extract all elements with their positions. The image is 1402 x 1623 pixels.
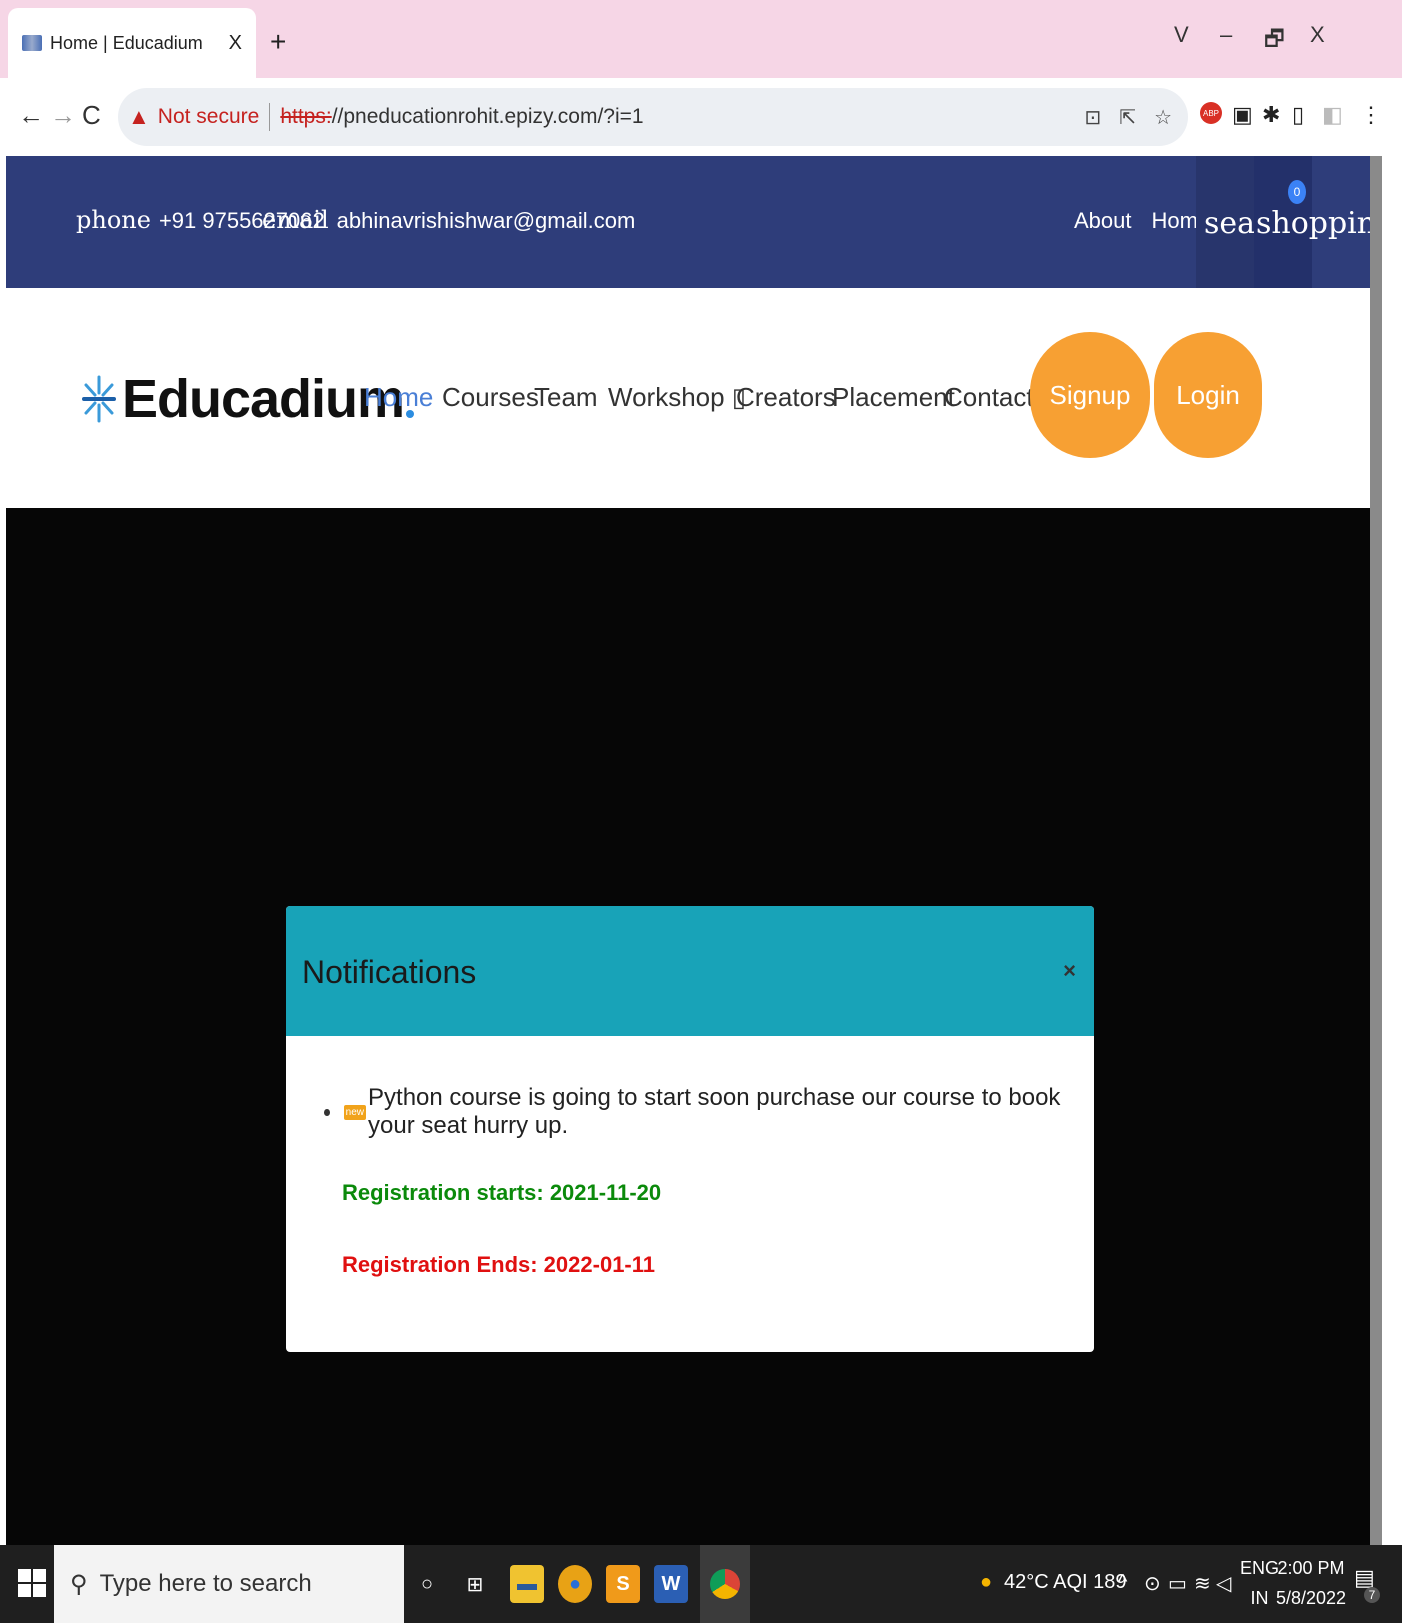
minimize-button[interactable]: –	[1220, 22, 1232, 48]
tray-chevron-icon[interactable]: ^	[1118, 1571, 1127, 1594]
search-icon: search	[1204, 206, 1254, 241]
nav-courses[interactable]: Courses	[442, 382, 539, 413]
about-link[interactable]: About	[1074, 208, 1132, 234]
cart-count-badge: 0	[1288, 180, 1306, 204]
sublime-text-icon[interactable]: S	[606, 1565, 640, 1603]
modal-close-button[interactable]: ×	[1063, 958, 1076, 984]
login-button[interactable]: Login	[1154, 332, 1262, 458]
profile-icon[interactable]: ◧	[1322, 102, 1343, 128]
restore-button[interactable]: 🗗	[1264, 22, 1285, 60]
windows-taskbar: ⚲ Type here to search ○ ⊞ ▬ ● S W ● 42°C…	[0, 1545, 1402, 1623]
chrome-active-icon[interactable]	[700, 1545, 750, 1623]
email-label: email	[262, 206, 329, 234]
taskbar-search-placeholder: Type here to search	[99, 1570, 312, 1597]
tab-search-button[interactable]: V	[1174, 22, 1189, 48]
url-scheme: https:	[280, 105, 332, 128]
top-links: About Home	[1074, 208, 1210, 234]
notification-message: Python course is going to start soon pur…	[368, 1084, 1061, 1139]
notification-item: new Python course is going to start soon…	[324, 1084, 1094, 1140]
clock-date: 5/8/2022	[1276, 1588, 1347, 1608]
divider	[269, 103, 271, 131]
main-navbar: Educadium Home Courses Team Workshop ▯ C…	[6, 288, 1382, 508]
nav-creators[interactable]: Creators	[736, 382, 836, 413]
cortana-icon[interactable]: ○	[410, 1565, 444, 1603]
translate-icon[interactable]: ⊡	[1085, 105, 1102, 130]
file-explorer-icon[interactable]: ▬	[510, 1565, 544, 1603]
nav-home[interactable]: Home	[364, 382, 433, 413]
menu-kebab-icon[interactable]: ⋮	[1360, 102, 1382, 128]
address-bar[interactable]: ▲ Not secure https: //pneducationrohit.e…	[118, 88, 1188, 146]
favicon-icon	[22, 35, 42, 51]
new-tab-button[interactable]: +	[270, 26, 286, 58]
extension-icon[interactable]: ▣	[1232, 102, 1253, 128]
url-text: //pneducationrohit.epizy.com/?i=1	[331, 105, 644, 128]
meet-icon[interactable]: ⊙	[1144, 1571, 1161, 1596]
search-icon: ⚲	[70, 1570, 88, 1598]
logo-sunburst-icon	[82, 375, 116, 423]
nav-team[interactable]: Team	[534, 382, 598, 413]
email-value[interactable]: abhinavrishishwar@gmail.com	[337, 208, 636, 234]
weather-icon[interactable]: ●	[980, 1571, 992, 1594]
notification-count: 7	[1364, 1587, 1380, 1603]
volume-icon[interactable]: ◁	[1216, 1571, 1231, 1596]
nav-workshop[interactable]: Workshop ▯	[608, 382, 746, 413]
network-icon[interactable]: ≋	[1194, 1571, 1211, 1596]
taskbar-search-box[interactable]: ⚲ Type here to search	[54, 1545, 404, 1623]
lang-bottom: IN	[1250, 1588, 1269, 1608]
modal-header: Notifications ×	[286, 906, 1094, 1036]
windows-start-icon[interactable]	[18, 1569, 46, 1597]
nav-placement[interactable]: Placement	[832, 382, 955, 413]
puzzle-icon[interactable]: ✱	[1262, 102, 1280, 128]
chrome-canary-icon[interactable]: ●	[558, 1565, 592, 1603]
browser-tab-strip: Home | Educadium X + V – 🗗 X	[0, 0, 1402, 78]
notifications-modal: Notifications × new Python course is goi…	[286, 906, 1094, 1352]
modal-title: Notifications	[302, 954, 477, 990]
lang-top: ENG	[1240, 1558, 1280, 1578]
registration-start: Registration starts: 2021-11-20	[342, 1180, 662, 1205]
bullet	[324, 1108, 330, 1116]
forward-arrow-icon[interactable]: →	[50, 100, 76, 131]
new-badge: new	[343, 1104, 367, 1120]
contact-topbar: phone +91 9755627062 email abhinavrishis…	[6, 156, 1402, 288]
adblock-icon[interactable]: ABP	[1200, 102, 1222, 124]
share-icon[interactable]: ⇱	[1119, 105, 1136, 130]
signup-button[interactable]: Signup	[1030, 332, 1150, 458]
bookmark-star-icon[interactable]: ☆	[1154, 105, 1172, 130]
phone-label: phone	[76, 206, 151, 234]
side-panel-icon[interactable]: ▯	[1292, 102, 1304, 128]
word-icon[interactable]: W	[654, 1565, 688, 1603]
task-view-icon[interactable]: ⊞	[458, 1565, 492, 1603]
email-contact: email abhinavrishishwar@gmail.com	[262, 206, 635, 234]
search-button[interactable]: search	[1196, 156, 1254, 288]
registration-end: Registration Ends: 2022-01-11	[342, 1252, 656, 1277]
back-arrow-icon[interactable]: ←	[18, 100, 44, 131]
clock-time: 2:00 PM	[1277, 1558, 1345, 1578]
tab-title: Home | Educadium	[50, 32, 203, 53]
weather-text[interactable]: 42°C AQI 189	[1004, 1571, 1127, 1594]
page-scrollbar[interactable]	[1370, 156, 1382, 1551]
window-close-button[interactable]: X	[1310, 22, 1325, 48]
cart-button[interactable]: shopping_cart 0	[1254, 156, 1402, 288]
clock[interactable]: 2:00 PM 5/8/2022	[1276, 1553, 1346, 1613]
reload-icon[interactable]: C	[82, 100, 101, 131]
not-secure-label[interactable]: Not secure	[158, 105, 260, 129]
modal-body: new Python course is going to start soon…	[286, 1036, 1094, 1352]
browser-tab[interactable]: Home | Educadium X	[8, 8, 256, 78]
tab-close-button[interactable]: X	[229, 32, 242, 55]
logo-text: Educadium	[122, 369, 405, 429]
battery-icon[interactable]: ▭	[1168, 1571, 1187, 1596]
language-indicator[interactable]: ENG IN	[1240, 1553, 1279, 1613]
nav-contact[interactable]: Contact	[944, 382, 1034, 413]
warning-icon: ▲	[128, 104, 150, 129]
